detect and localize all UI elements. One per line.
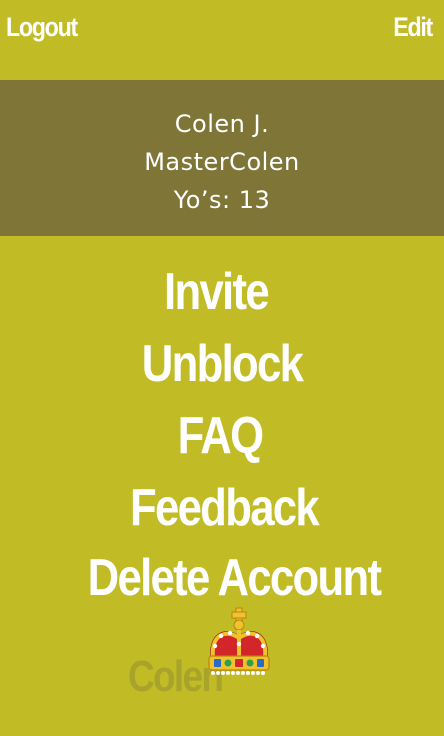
feedback-button[interactable]: Feedback [38, 478, 411, 538]
crown-icon [208, 607, 270, 675]
delete-account-button[interactable]: Delete Account [48, 548, 421, 608]
profile-yo-count: Yo’s: 13 [173, 186, 271, 214]
profile-panel: Colen J. MasterColen Yo’s: 13 [0, 80, 444, 236]
faq-button[interactable]: FAQ [34, 406, 407, 466]
top-bar: Logout Edit [0, 0, 444, 80]
logout-button[interactable]: Logout [6, 12, 78, 43]
profile-username: MasterColen [144, 148, 300, 176]
unblock-button[interactable]: Unblock [36, 334, 409, 394]
invite-button[interactable]: Invite [30, 262, 403, 322]
edit-button[interactable]: Edit [393, 12, 433, 43]
profile-name: Colen J. [174, 110, 270, 138]
